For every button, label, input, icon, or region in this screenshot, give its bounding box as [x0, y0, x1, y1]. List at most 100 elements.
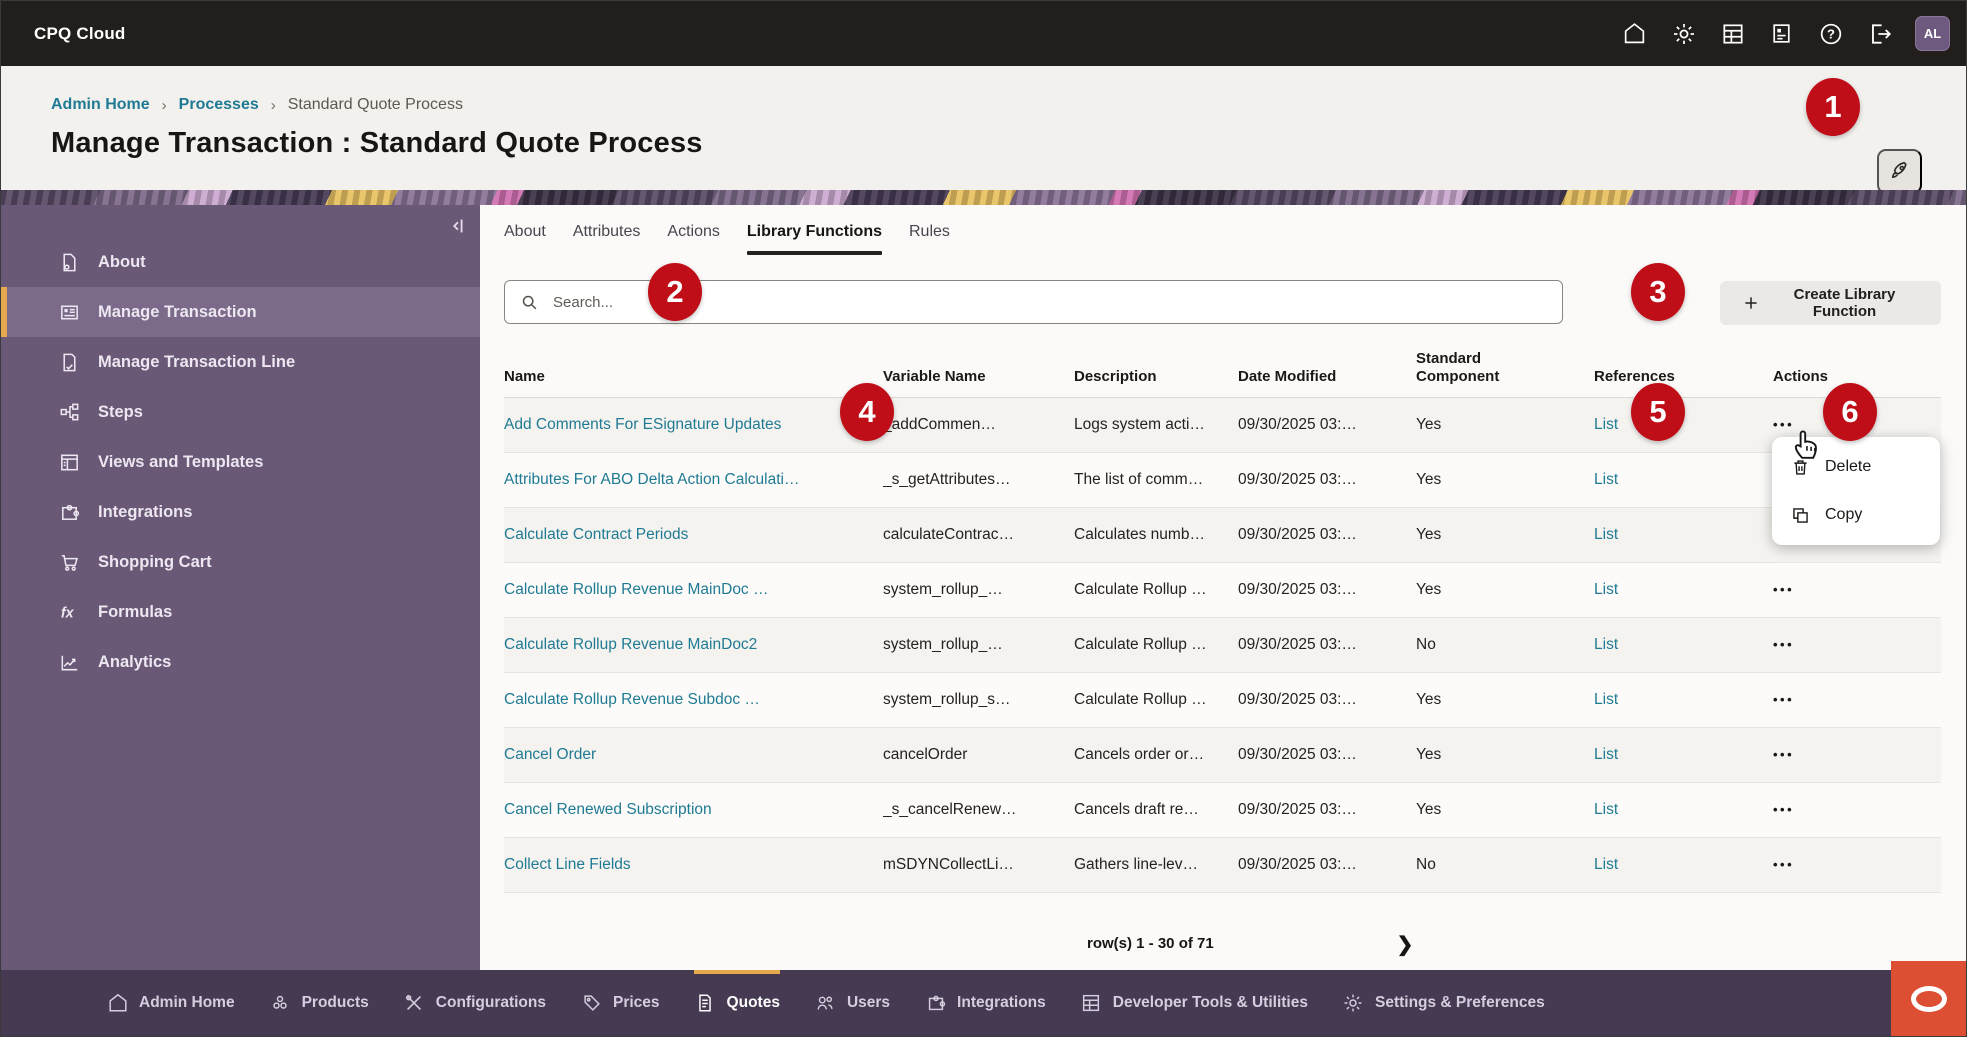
function-name-link[interactable]: Calculate Contract Periods	[504, 526, 688, 543]
standard-component-cell: No	[1416, 856, 1436, 873]
bottom-nav-quotes[interactable]: Quotes	[693, 970, 780, 1036]
collapse-panel-icon[interactable]	[444, 213, 470, 239]
variable-name-cell: _s_cancelRenew…	[883, 801, 1017, 818]
sidebar-item-formulas[interactable]: fx Formulas	[1, 587, 480, 637]
plus-icon	[1742, 294, 1760, 312]
doc-check-icon	[57, 350, 81, 374]
page-title: Manage Transaction : Standard Quote Proc…	[51, 127, 703, 159]
row-actions-menu-button[interactable]: •••	[1773, 857, 1794, 872]
pagination: row(s) 1 - 30 of 71 ❯	[504, 923, 1941, 973]
sidebar-item-steps[interactable]: Steps	[1, 387, 480, 437]
bottom-nav-prices[interactable]: Prices	[580, 970, 660, 1036]
function-name-link[interactable]: Calculate Rollup Revenue MainDoc …	[504, 581, 769, 598]
standard-component-cell: Yes	[1416, 526, 1442, 543]
function-name-link[interactable]: Collect Line Fields	[504, 856, 631, 873]
variable-name-cell: system_rollup_s…	[883, 691, 1011, 708]
column-header-date-modified[interactable]: Date Modified	[1238, 368, 1416, 387]
standard-component-cell: Yes	[1416, 691, 1442, 708]
references-list-link[interactable]: List	[1594, 801, 1618, 818]
function-name-link[interactable]: Calculate Rollup Revenue Subdoc …	[504, 691, 760, 708]
layout-views-icon	[57, 450, 81, 474]
bottom-nav-settings[interactable]: Settings & Preferences	[1342, 970, 1545, 1036]
launch-rocket-button[interactable]	[1877, 149, 1922, 194]
bottom-nav-integrations[interactable]: Integrations	[924, 970, 1046, 1036]
bottom-nav-products[interactable]: Products	[269, 970, 369, 1036]
tab-attributes[interactable]: Attributes	[573, 217, 641, 241]
references-list-link[interactable]: List	[1594, 471, 1618, 488]
tools-icon	[403, 992, 426, 1015]
column-header-variable-name[interactable]: Variable Name	[883, 368, 1074, 387]
sidebar-item-about[interactable]: About	[1, 237, 480, 287]
bottom-nav-developer-tools[interactable]: Developer Tools & Utilities	[1080, 970, 1308, 1036]
callout-badge-4: 4	[840, 383, 894, 441]
sidebar-item-manage-transaction-line[interactable]: Manage Transaction Line	[1, 337, 480, 387]
menu-item-copy[interactable]: Copy	[1772, 491, 1940, 539]
callout-badge-1: 1	[1806, 78, 1860, 136]
sidebar-item-shopping-cart[interactable]: Shopping Cart	[1, 537, 480, 587]
sidebar-item-manage-transaction[interactable]: Manage Transaction	[1, 287, 480, 337]
sidebar-item-label: Views and Templates	[98, 452, 264, 471]
table-row: Cancel Renewed Subscription _s_cancelRen…	[504, 783, 1941, 838]
row-actions-menu-button[interactable]: •••	[1773, 747, 1794, 762]
tab-actions[interactable]: Actions	[667, 217, 719, 241]
column-header-references[interactable]: References	[1594, 368, 1773, 387]
table-row: Calculate Rollup Revenue Subdoc … system…	[504, 673, 1941, 728]
next-page-icon[interactable]: ❯	[1392, 931, 1418, 957]
oracle-chat-button[interactable]	[1891, 961, 1966, 1036]
svg-text:fx: fx	[60, 605, 74, 621]
row-actions-menu-button[interactable]: •••	[1773, 637, 1794, 652]
create-button-label: Create Library Function	[1793, 286, 1896, 320]
tab-about[interactable]: About	[504, 217, 546, 241]
user-avatar[interactable]: AL	[1915, 16, 1950, 51]
tab-library-functions[interactable]: Library Functions	[746, 217, 883, 255]
bottom-nav-users[interactable]: Users	[814, 970, 890, 1036]
table-grid-icon[interactable]	[1719, 20, 1746, 47]
function-name-link[interactable]: Cancel Order	[504, 746, 596, 763]
sidebar-item-views-and-templates[interactable]: Views and Templates	[1, 437, 480, 487]
function-name-link[interactable]: Cancel Renewed Subscription	[504, 801, 712, 818]
decorative-banner	[1, 190, 1966, 205]
function-name-link[interactable]: Add Comments For ESignature Updates	[504, 416, 781, 433]
help-icon[interactable]: ?	[1817, 20, 1844, 47]
bottom-nav-admin-home[interactable]: Admin Home	[106, 970, 235, 1036]
puzzle-icon	[924, 992, 947, 1015]
logout-icon[interactable]	[1866, 20, 1893, 47]
tab-bar: About Attributes Actions Library Functio…	[504, 217, 1941, 261]
products-icon	[269, 992, 292, 1015]
create-library-function-button[interactable]: Create Library Function	[1720, 281, 1941, 325]
function-name-link[interactable]: Calculate Rollup Revenue MainDoc2	[504, 636, 757, 653]
bottom-nav-configurations[interactable]: Configurations	[403, 970, 546, 1036]
svg-text:?: ?	[1827, 26, 1835, 41]
row-actions-menu-button[interactable]: •••	[1773, 802, 1794, 817]
date-modified-cell: 09/30/2025 03:…	[1238, 856, 1357, 873]
references-list-link[interactable]: List	[1594, 416, 1618, 433]
column-header-description[interactable]: Description	[1074, 368, 1238, 387]
standard-component-cell: Yes	[1416, 581, 1442, 598]
row-actions-menu-button[interactable]: •••	[1773, 692, 1794, 707]
column-header-standard-component[interactable]: Standard Component	[1416, 350, 1594, 388]
tab-rules[interactable]: Rules	[909, 217, 950, 241]
sidebar-item-label: Manage Transaction	[98, 302, 257, 321]
references-list-link[interactable]: List	[1594, 691, 1618, 708]
breadcrumb: Admin Home › Processes › Standard Quote …	[51, 96, 1966, 114]
function-name-link[interactable]: Attributes For ABO Delta Action Calculat…	[504, 471, 799, 488]
references-list-link[interactable]: List	[1594, 856, 1618, 873]
home-icon[interactable]	[1621, 20, 1648, 47]
references-list-link[interactable]: List	[1594, 526, 1618, 543]
gear-icon[interactable]	[1670, 20, 1697, 47]
references-list-link[interactable]: List	[1594, 746, 1618, 763]
row-actions-menu-button[interactable]: •••	[1773, 582, 1794, 597]
references-list-link[interactable]: List	[1594, 581, 1618, 598]
column-header-name[interactable]: Name	[504, 368, 883, 387]
variable-name-cell: mSDYNCollectLi…	[883, 856, 1014, 873]
sidebar-item-analytics[interactable]: Analytics	[1, 637, 480, 687]
breadcrumb-processes[interactable]: Processes	[179, 96, 259, 114]
variable-name-cell: system_rollup_…	[883, 581, 1003, 598]
chat-bubble-icon	[1910, 985, 1947, 1012]
standard-component-cell: Yes	[1416, 471, 1442, 488]
breadcrumb-admin-home[interactable]: Admin Home	[51, 96, 150, 114]
documentation-icon[interactable]	[1768, 20, 1795, 47]
variable-name-cell: _s_getAttributes…	[883, 471, 1011, 488]
sidebar-item-integrations[interactable]: Integrations	[1, 487, 480, 537]
references-list-link[interactable]: List	[1594, 636, 1618, 653]
